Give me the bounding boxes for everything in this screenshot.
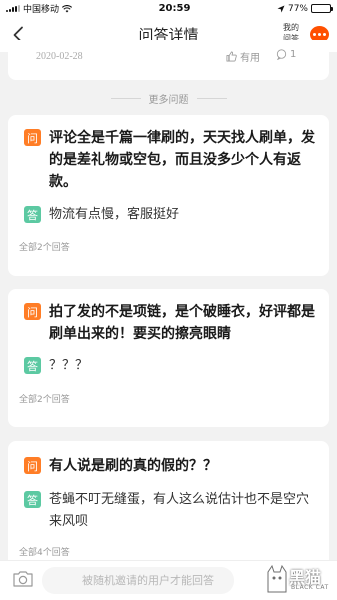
cat-logo-icon: [267, 564, 287, 593]
comment-button[interactable]: 1: [276, 49, 296, 60]
battery-icon: [311, 4, 333, 13]
question-badge: 问: [24, 303, 41, 320]
location-icon: [277, 5, 285, 12]
answer-text: 苍蝇不叮无缝蛋，有人这么说估计也不是空穴来风呗: [49, 492, 310, 529]
all-answers-link[interactable]: 全部4个回答: [19, 545, 70, 558]
useful-button[interactable]: 有用: [226, 49, 260, 64]
answer-text: ？？？: [49, 358, 89, 373]
question-badge: 问: [24, 457, 41, 474]
camera-icon[interactable]: [12, 570, 34, 588]
question-card[interactable]: 问 拍了发的不是项链，是个破睡衣，好评都是刷单出来的！要买的擦亮眼睛 答 ？？？…: [8, 289, 329, 427]
comment-count: 1: [290, 49, 297, 60]
question-row: 问 有人说是刷的真的假的？？: [24, 455, 321, 477]
more-questions-label: 更多问题: [148, 94, 189, 106]
wifi-icon: [62, 4, 73, 12]
question-row: 问 拍了发的不是项链，是个破睡衣，好评都是刷单出来的！要买的擦亮眼睛: [24, 301, 321, 345]
answer-badge: 答: [24, 206, 41, 223]
question-row: 问 评论全是千篇一律刷的，天天找人刷单，发的是差礼物或空包，而且没多少个人有返款…: [24, 127, 321, 193]
answer-text: 物流有点慢，客服挺好: [49, 207, 180, 222]
answer-input[interactable]: [42, 567, 234, 594]
battery-percent: 77%: [287, 3, 308, 14]
answer-card-partial: 2020-02-28 有用 1: [8, 40, 329, 80]
question-card[interactable]: 问 评论全是千篇一律刷的，天天找人刷单，发的是差礼物或空包，而且没多少个人有返款…: [8, 115, 329, 276]
question-text: 评论全是千篇一律刷的，天天找人刷单，发的是差礼物或空包，而且没多少个人有返款。: [49, 130, 315, 190]
my-qa-label-line1: 我的: [283, 23, 299, 32]
more-questions-divider: 更多问题: [0, 90, 337, 106]
answer-badge: 答: [24, 357, 41, 374]
all-answers-link[interactable]: 全部2个回答: [19, 392, 70, 405]
useful-label: 有用: [240, 53, 260, 64]
answer-row: 答 ？？？: [24, 355, 321, 377]
status-bar: 中国移动 20:59 77%: [0, 0, 337, 17]
thumbs-up-icon: [226, 51, 237, 62]
question-text: 拍了发的不是项链，是个破睡衣，好评都是刷单出来的！要买的擦亮眼睛: [49, 304, 315, 342]
question-text: 有人说是刷的真的假的？？: [49, 458, 217, 474]
clock: 20:59: [158, 3, 191, 14]
answer-row: 答 苍蝇不叮无缝蛋，有人这么说估计也不是空穴来风呗: [24, 489, 321, 533]
comment-icon: [276, 49, 287, 60]
watermark-sub: BLACK CAT: [291, 584, 329, 591]
signal-icon: [6, 5, 20, 12]
question-badge: 问: [24, 129, 41, 146]
carrier-label: 中国移动: [23, 5, 60, 15]
answer-badge: 答: [24, 491, 41, 508]
answer-row: 答 物流有点慢，客服挺好: [24, 204, 321, 226]
watermark-logo: 黑猫 BLACK CAT: [265, 562, 333, 596]
answer-date: 2020-02-28: [36, 51, 83, 62]
all-answers-link[interactable]: 全部2个回答: [19, 240, 70, 253]
